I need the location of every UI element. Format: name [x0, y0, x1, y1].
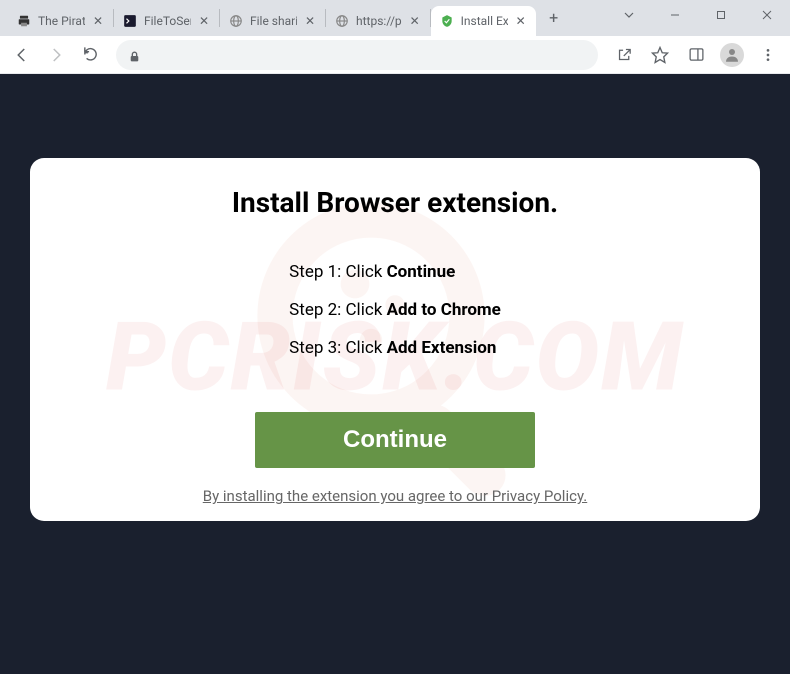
close-button[interactable] [744, 0, 790, 30]
plus-icon: + [549, 8, 558, 27]
tab-https[interactable]: https://p ✕ [326, 6, 430, 36]
close-icon[interactable]: ✕ [197, 14, 211, 28]
browser-window: The Pirat ✕ FileToSen ✕ File shari ✕ [0, 0, 790, 674]
tab-strip: The Pirat ✕ FileToSen ✕ File shari ✕ [0, 0, 568, 36]
address-bar[interactable] [116, 40, 598, 70]
tab-label: The Pirat [38, 14, 85, 28]
step-pre: Step 2: Click [289, 300, 386, 320]
share-icon[interactable] [608, 39, 640, 71]
install-card: PCRISK.COM Install Browser extension. St… [30, 158, 760, 521]
tab-file-sharing[interactable]: File shari ✕ [220, 6, 325, 36]
avatar-icon [720, 43, 744, 67]
step-bold: Add Extension [387, 338, 497, 358]
new-tab-button[interactable]: + [540, 3, 568, 31]
tab-label: Install Ex [461, 14, 508, 28]
steps-list: Step 1: Click Continue Step 2: Click Add… [289, 261, 501, 374]
tab-install-ext[interactable]: Install Ex ✕ [431, 6, 536, 36]
window-controls [606, 0, 790, 30]
shield-icon [439, 13, 455, 29]
menu-button[interactable] [752, 39, 784, 71]
privacy-policy-link[interactable]: By installing the extension you agree to… [203, 487, 587, 505]
step-3: Step 3: Click Add Extension [289, 337, 501, 361]
forward-button[interactable] [40, 39, 72, 71]
printer-icon [16, 13, 32, 29]
titlebar: The Pirat ✕ FileToSen ✕ File shari ✕ [0, 0, 790, 36]
close-icon[interactable]: ✕ [514, 14, 528, 28]
step-2: Step 2: Click Add to Chrome [289, 299, 501, 323]
maximize-button[interactable] [698, 0, 744, 30]
step-bold: Add to Chrome [387, 300, 501, 320]
tab-label: File shari [250, 14, 297, 28]
toolbar-right [608, 39, 784, 71]
toolbar [0, 36, 790, 74]
step-pre: Step 3: Click [289, 338, 386, 358]
back-button[interactable] [6, 39, 38, 71]
minimize-button[interactable] [652, 0, 698, 30]
close-icon[interactable]: ✕ [303, 14, 317, 28]
tab-filetosend[interactable]: FileToSen ✕ [114, 6, 219, 36]
tab-label: https://p [356, 14, 402, 28]
page-body: PCRISK.COM Install Browser extension. St… [0, 74, 790, 674]
step-pre: Step 1: Click [289, 262, 386, 282]
card-title: Install Browser extension. [70, 186, 720, 219]
side-panel-icon[interactable] [680, 39, 712, 71]
profile-avatar[interactable] [716, 39, 748, 71]
close-icon[interactable]: ✕ [408, 14, 422, 28]
close-icon[interactable]: ✕ [91, 14, 105, 28]
tab-label: FileToSen [144, 14, 191, 28]
lock-icon [128, 48, 142, 62]
reload-button[interactable] [74, 39, 106, 71]
step-bold: Continue [387, 262, 456, 282]
chevron-down-icon[interactable] [606, 0, 652, 30]
globe-icon [334, 13, 350, 29]
step-1: Step 1: Click Continue [289, 261, 501, 285]
continue-button[interactable]: Continue [255, 412, 535, 468]
tab-the-pirate[interactable]: The Pirat ✕ [8, 6, 113, 36]
terminal-icon [122, 13, 138, 29]
bookmark-icon[interactable] [644, 39, 676, 71]
globe-icon [228, 13, 244, 29]
